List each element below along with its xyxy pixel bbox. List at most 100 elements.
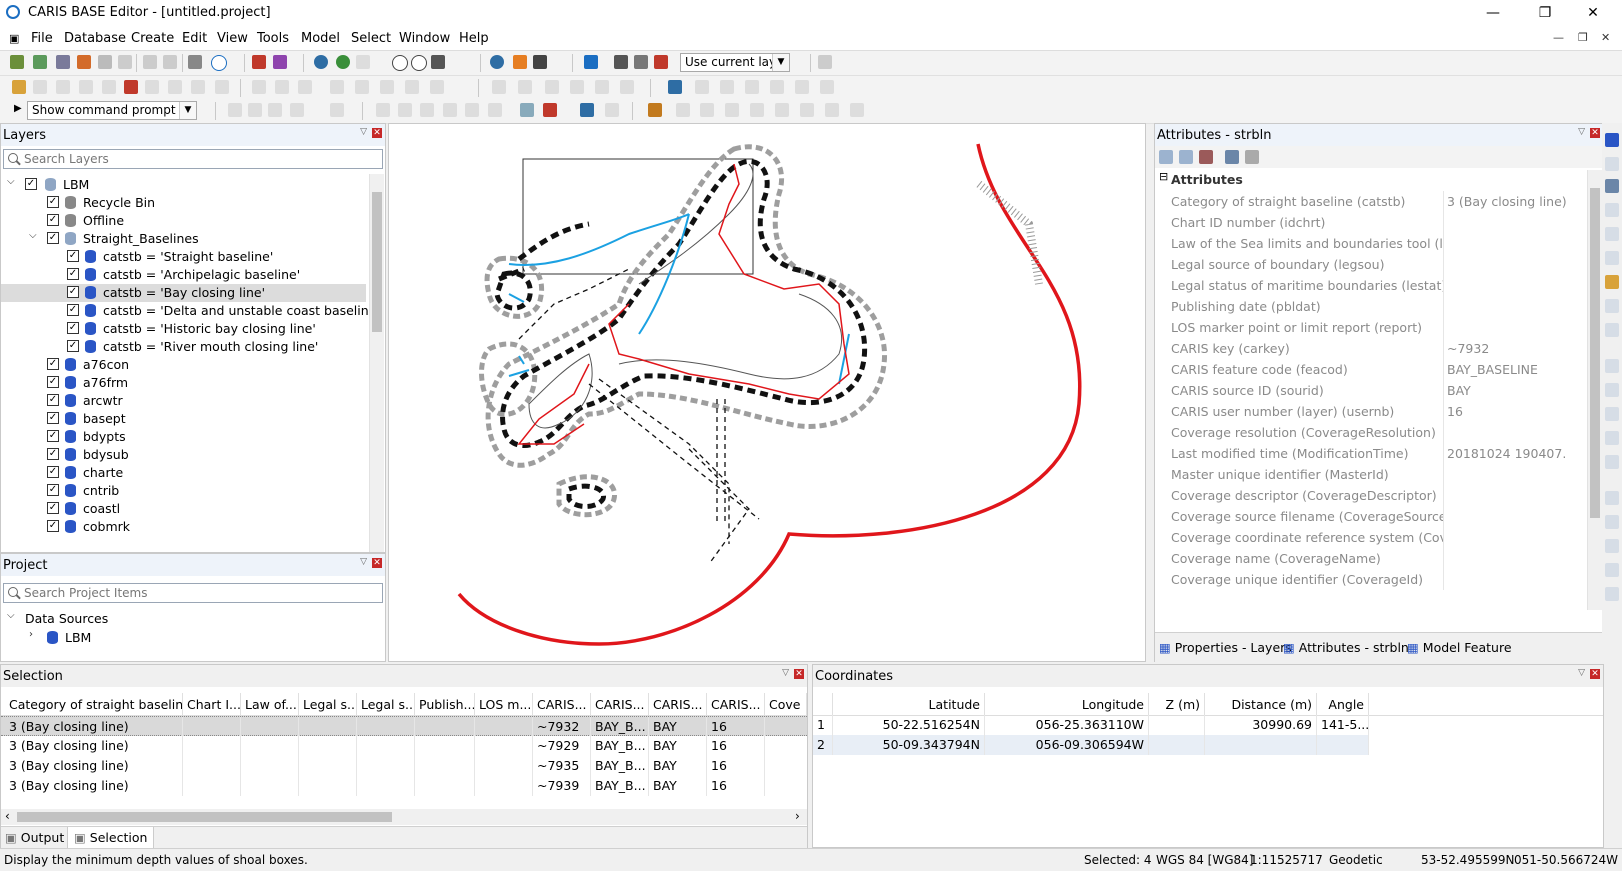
- globe-icon[interactable]: [314, 55, 328, 69]
- tree-item-straight-baselines[interactable]: ⌵ ✓ Straight_Baselines: [1, 230, 371, 248]
- column-header[interactable]: Longitude: [985, 693, 1149, 715]
- tree-item-layer[interactable]: ✓ a76frm: [1, 374, 371, 392]
- close-icon[interactable]: ✕: [1590, 669, 1600, 679]
- tool-icon[interactable]: [1605, 179, 1619, 193]
- select-area-icon[interactable]: [614, 55, 628, 69]
- pin-icon[interactable]: ▽: [1578, 668, 1585, 678]
- edit-tool23-icon[interactable]: [595, 80, 609, 94]
- attribute-row[interactable]: Law of the Sea limits and boundaries too…: [1155, 233, 1567, 254]
- cmd-tool7-icon[interactable]: [398, 103, 412, 117]
- checkbox[interactable]: ✓: [47, 466, 59, 478]
- tool-icon[interactable]: [1605, 491, 1619, 505]
- feature-icon[interactable]: [252, 55, 266, 69]
- column-header[interactable]: Legal s...: [357, 693, 415, 715]
- edit-tool29-icon[interactable]: [770, 80, 784, 94]
- cmd-tool3-icon[interactable]: [268, 103, 282, 117]
- deselect-icon[interactable]: [654, 55, 668, 69]
- chevron-down-icon[interactable]: ▼: [772, 54, 789, 71]
- close-icon[interactable]: ✕: [372, 558, 382, 568]
- cmd-tool6-icon[interactable]: [376, 103, 390, 117]
- cmd-tool4-icon[interactable]: [290, 103, 304, 117]
- nav-icon[interactable]: [533, 55, 547, 69]
- attribute-row[interactable]: Coverage coordinate reference system (Co…: [1155, 527, 1567, 548]
- menu-view[interactable]: View: [217, 31, 248, 46]
- menu-select[interactable]: Select: [351, 31, 391, 46]
- tree-item-layer[interactable]: ✓ basept: [1, 410, 371, 428]
- column-header[interactable]: Legal s...: [299, 693, 357, 715]
- table-row[interactable]: 3 (Bay closing line) ~7929 BAY_B... BAY …: [1, 736, 807, 756]
- attributes-scrollbar[interactable]: [1587, 170, 1602, 610]
- pin-icon[interactable]: ▽: [782, 668, 789, 678]
- cmd-tool2-icon[interactable]: [248, 103, 262, 117]
- edit-tool24-icon[interactable]: [620, 80, 634, 94]
- checkbox[interactable]: ✓: [47, 196, 59, 208]
- tree-item-layer[interactable]: ✓ a76con: [1, 356, 371, 374]
- edit-tool27-icon[interactable]: [720, 80, 734, 94]
- list-icon[interactable]: [1245, 150, 1259, 164]
- edit-tool5-icon[interactable]: [102, 80, 116, 94]
- tab-properties-layers[interactable]: ▦ Properties - Layers: [1159, 640, 1292, 655]
- select-window-icon[interactable]: [634, 55, 648, 69]
- edit-tool17-icon[interactable]: [405, 80, 419, 94]
- menu-edit[interactable]: Edit: [182, 31, 207, 46]
- cmd-tool12-icon[interactable]: [520, 103, 534, 117]
- cmd-tool19-icon[interactable]: [725, 103, 739, 117]
- edit-tool7-icon[interactable]: [145, 80, 159, 94]
- edit-tool19-icon[interactable]: [492, 80, 506, 94]
- attribute-row[interactable]: CARIS source ID (sourid) BAY: [1155, 380, 1567, 401]
- cmd-tool8-icon[interactable]: [420, 103, 434, 117]
- menu-file[interactable]: File: [31, 31, 53, 46]
- attribute-row[interactable]: Coverage unique identifier (CoverageId): [1155, 569, 1567, 590]
- attribute-row[interactable]: CARIS key (carkey) ~7932: [1155, 338, 1567, 359]
- menu-help[interactable]: Help: [459, 31, 489, 46]
- edit-tool13-icon[interactable]: [298, 80, 312, 94]
- tool-icon[interactable]: [1605, 383, 1619, 397]
- close-window-button[interactable]: ✕: [1570, 2, 1616, 24]
- checkbox[interactable]: ✓: [47, 448, 59, 460]
- checkbox[interactable]: ✓: [47, 232, 59, 244]
- cmd-tool20-icon[interactable]: [750, 103, 764, 117]
- tree-item-baseline[interactable]: ✓ catstb = 'Straight baseline': [1, 248, 371, 266]
- scrollbar-thumb[interactable]: [17, 812, 392, 822]
- grid-icon[interactable]: [1199, 150, 1213, 164]
- column-header[interactable]: Category of straight baseline: [5, 693, 183, 715]
- chevron-down-icon[interactable]: ⌵: [7, 610, 15, 621]
- cmd-tool16-icon[interactable]: [648, 103, 662, 117]
- system-menu-icon[interactable]: ▣: [9, 32, 19, 45]
- column-header[interactable]: Z (m): [1149, 693, 1205, 715]
- feature2-icon[interactable]: [273, 55, 287, 69]
- chevron-down-icon[interactable]: ⌵: [7, 176, 15, 187]
- zoom-extent-icon[interactable]: [431, 55, 445, 69]
- play-icon[interactable]: ▶: [14, 103, 22, 114]
- tool-icon[interactable]: [1605, 299, 1619, 313]
- chevron-down-icon[interactable]: ⌵: [29, 230, 37, 241]
- cmd-tool14-icon[interactable]: [580, 103, 594, 117]
- tree-item-layer[interactable]: ✓ cntrib: [1, 482, 371, 500]
- attribute-row[interactable]: Chart ID number (idchrt): [1155, 212, 1567, 233]
- edit-tool12-icon[interactable]: [275, 80, 289, 94]
- edit-tool4-icon[interactable]: [79, 80, 93, 94]
- tab-model-feature[interactable]: ▦ Model Feature: [1407, 640, 1512, 655]
- pin-icon[interactable]: ▽: [360, 557, 367, 567]
- edit-tool6-icon[interactable]: [124, 80, 138, 94]
- chevron-right-icon[interactable]: ›: [795, 809, 800, 823]
- tab-selection[interactable]: ▣ Selection: [67, 827, 155, 849]
- open-icon[interactable]: [10, 55, 24, 69]
- checkbox[interactable]: ✓: [47, 520, 59, 532]
- pin-icon[interactable]: ▽: [1578, 127, 1585, 137]
- tool-icon[interactable]: [1605, 563, 1619, 577]
- tree-item-baseline[interactable]: ✓ catstb = 'Archipelagic baseline': [1, 266, 371, 284]
- tool-icon[interactable]: [1605, 203, 1619, 217]
- attribute-row[interactable]: Publishing date (pbldat): [1155, 296, 1567, 317]
- tree-item-lbm-source[interactable]: › LBM: [1, 629, 371, 647]
- mdi-restore-button[interactable]: ❐: [1578, 31, 1588, 44]
- print-icon[interactable]: [188, 55, 202, 69]
- tree-item-baseline[interactable]: ✓ catstb = 'Historic bay closing line': [1, 320, 371, 338]
- checkbox[interactable]: ✓: [47, 376, 59, 388]
- tree-item-layer[interactable]: ✓ charte: [1, 464, 371, 482]
- edit-tool-icon[interactable]: [12, 80, 26, 94]
- cmd-tool13-icon[interactable]: [543, 103, 557, 117]
- column-header[interactable]: Distance (m): [1205, 693, 1317, 715]
- select-icon[interactable]: [584, 55, 598, 69]
- cmd-tool11-icon[interactable]: [488, 103, 502, 117]
